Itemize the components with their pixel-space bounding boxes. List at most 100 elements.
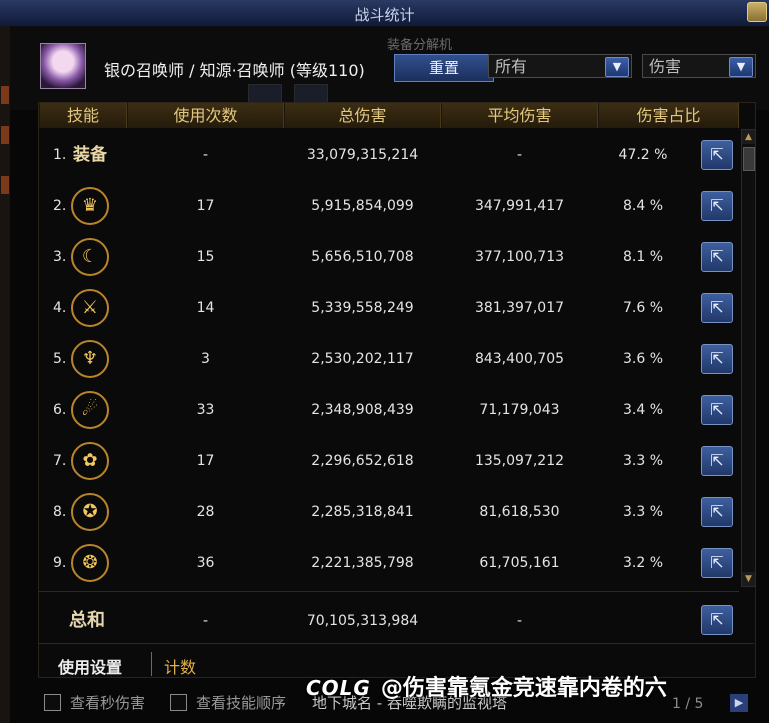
- title-bar: 战斗统计: [0, 0, 769, 27]
- row-rank: 4.: [53, 300, 67, 316]
- share-icon[interactable]: ⇱: [701, 605, 733, 635]
- column-header-pct: 伤害占比: [598, 103, 739, 128]
- tab-count[interactable]: 计数: [164, 654, 196, 678]
- scroll-up-icon[interactable]: ▲: [742, 130, 755, 144]
- damage-share-cell: 3.3 %: [622, 453, 664, 469]
- row-rank: 6.: [53, 402, 67, 418]
- total-label: 总和: [69, 610, 105, 631]
- table-row[interactable]: 3. ☾ 15 5,656,510,708 377,100,713 8.1 % …: [39, 232, 739, 283]
- dropdown-arrow-icon[interactable]: ▼: [605, 57, 629, 77]
- table-row[interactable]: 8. ✪ 28 2,285,318,841 81,618,530 3.3 % ⇱: [39, 487, 739, 538]
- next-page-icon[interactable]: ▶: [730, 694, 748, 712]
- avg-damage-cell: 135,097,212: [474, 453, 565, 469]
- damage-share-cell: 3.6 %: [622, 351, 664, 367]
- total-damage-cell: 33,079,315,214: [306, 147, 419, 163]
- table-row[interactable]: 2. ♛ 17 5,915,854,099 347,991,417 8.4 % …: [39, 181, 739, 232]
- total-damage-cell: 5,339,558,249: [311, 300, 414, 316]
- share-icon[interactable]: ⇱: [701, 395, 733, 425]
- row-rank: 5.: [53, 351, 67, 367]
- table-row[interactable]: 7. ✿ 17 2,296,652,618 135,097,212 3.3 % …: [39, 436, 739, 487]
- avg-damage-cell: 71,179,043: [479, 402, 560, 418]
- left-side-strip: [0, 26, 10, 723]
- filter-select-type[interactable]: 伤害 ▼: [642, 54, 756, 78]
- total-damage-cell: 2,348,908,439: [311, 402, 414, 418]
- side-indicator: [1, 86, 9, 104]
- filter-select-skill[interactable]: 所有 ▼: [488, 54, 632, 78]
- damage-share-cell: 47.2 %: [618, 147, 668, 163]
- uses-cell: 36: [196, 555, 215, 571]
- share-icon[interactable]: ⇱: [701, 191, 733, 221]
- uses-cell: 28: [196, 504, 215, 520]
- tab-separator: [151, 652, 152, 676]
- share-icon[interactable]: ⇱: [701, 548, 733, 578]
- watermark: COLG @伤害靠氪金竞速靠内卷的六: [306, 670, 667, 702]
- column-header-uses: 使用次数: [127, 103, 284, 128]
- character-avatar: [40, 43, 86, 89]
- scrollbar[interactable]: ▲ ▼: [741, 129, 756, 587]
- blade-icon: ⚔: [71, 289, 109, 327]
- avg-damage-cell: 843,400,705: [474, 351, 565, 367]
- share-icon[interactable]: ⇱: [701, 140, 733, 170]
- table-header: 技能 使用次数 总伤害 平均伤害 伤害占比: [39, 103, 739, 128]
- checkbox-skill-order-label: 查看技能顺序: [196, 694, 287, 712]
- scroll-down-icon[interactable]: ▼: [742, 572, 755, 586]
- filter-select-value: 伤害: [649, 57, 682, 76]
- damage-share-cell: 3.2 %: [622, 555, 664, 571]
- total-damage-cell: 2,296,652,618: [311, 453, 414, 469]
- filter-select-value: 所有: [495, 57, 528, 76]
- total-damage-sum: 70,105,313,984: [306, 613, 419, 629]
- damage-share-cell: 8.4 %: [622, 198, 664, 214]
- uses-cell: 33: [196, 402, 215, 418]
- row-rank: 3.: [53, 249, 67, 265]
- side-indicator: [1, 176, 9, 194]
- reset-button[interactable]: 重置: [394, 54, 494, 82]
- total-row[interactable]: 总和 - 70,105,313,984 - ⇱: [39, 595, 739, 647]
- checkbox-dps-label: 查看秒伤害: [70, 694, 146, 712]
- table-row[interactable]: 5. ♆ 3 2,530,202,117 843,400,705 3.6 % ⇱: [39, 334, 739, 385]
- table-row[interactable]: 9. ❂ 36 2,221,385,798 61,705,161 3.2 % ⇱: [39, 538, 739, 589]
- avg-damage-cell: 347,991,417: [474, 198, 565, 214]
- share-icon[interactable]: ⇱: [701, 293, 733, 323]
- row-rank: 9.: [53, 555, 67, 571]
- watermark-text: @伤害靠氪金竞速靠内卷的六: [380, 676, 667, 701]
- damage-share-cell: 8.1 %: [622, 249, 664, 265]
- divider: [39, 591, 739, 592]
- share-icon[interactable]: ⇱: [701, 497, 733, 527]
- avg-damage-cell: 81,618,530: [479, 504, 560, 520]
- tab-settings[interactable]: 使用设置: [58, 654, 122, 678]
- row-rank: 1.: [53, 147, 67, 163]
- checkbox-skill-order[interactable]: [170, 694, 187, 711]
- page-indicator: 1 / 5: [672, 696, 704, 712]
- uses-cell: 17: [196, 453, 215, 469]
- header: 装备分解机 银の召唤师 / 知源·召唤师 (等级110) 重置 所有 ▼ 伤害 …: [10, 26, 769, 110]
- total-damage-cell: 2,530,202,117: [311, 351, 414, 367]
- share-icon[interactable]: ⇱: [701, 344, 733, 374]
- table-row[interactable]: 1. 装备 - 33,079,315,214 - 47.2 % ⇱: [39, 130, 739, 181]
- scroll-thumb[interactable]: [743, 147, 755, 171]
- uses-cell: 3: [201, 351, 210, 367]
- skill-name: 装备: [73, 145, 107, 165]
- close-button[interactable]: [747, 2, 767, 22]
- background-text: 装备分解机: [387, 38, 453, 53]
- table-row[interactable]: 6. ☄ 33 2,348,908,439 71,179,043 3.4 % ⇱: [39, 385, 739, 436]
- total-damage-cell: 2,221,385,798: [311, 555, 414, 571]
- avg-damage-cell: 377,100,713: [474, 249, 565, 265]
- row-rank: 2.: [53, 198, 67, 214]
- flower-icon: ✿: [71, 442, 109, 480]
- checkbox-dps[interactable]: [44, 694, 61, 711]
- column-header-avg: 平均伤害: [441, 103, 598, 128]
- beast-icon: ❂: [71, 544, 109, 582]
- damage-share-cell: 3.3 %: [622, 504, 664, 520]
- table-row[interactable]: 4. ⚔ 14 5,339,558,249 381,397,017 7.6 % …: [39, 283, 739, 334]
- total-avg-cell: -: [516, 613, 523, 629]
- damage-stats-table: 技能 使用次数 总伤害 平均伤害 伤害占比 ▲ ▼ 1. 装备 - 33,079…: [38, 102, 756, 678]
- column-header-skill: 技能: [39, 103, 127, 128]
- share-icon[interactable]: ⇱: [701, 242, 733, 272]
- row-rank: 8.: [53, 504, 67, 520]
- total-damage-cell: 5,656,510,708: [311, 249, 414, 265]
- row-rank: 7.: [53, 453, 67, 469]
- share-icon[interactable]: ⇱: [701, 446, 733, 476]
- dropdown-arrow-icon[interactable]: ▼: [729, 57, 753, 77]
- avg-damage-cell: 61,705,161: [479, 555, 560, 571]
- demon-icon: ♆: [71, 340, 109, 378]
